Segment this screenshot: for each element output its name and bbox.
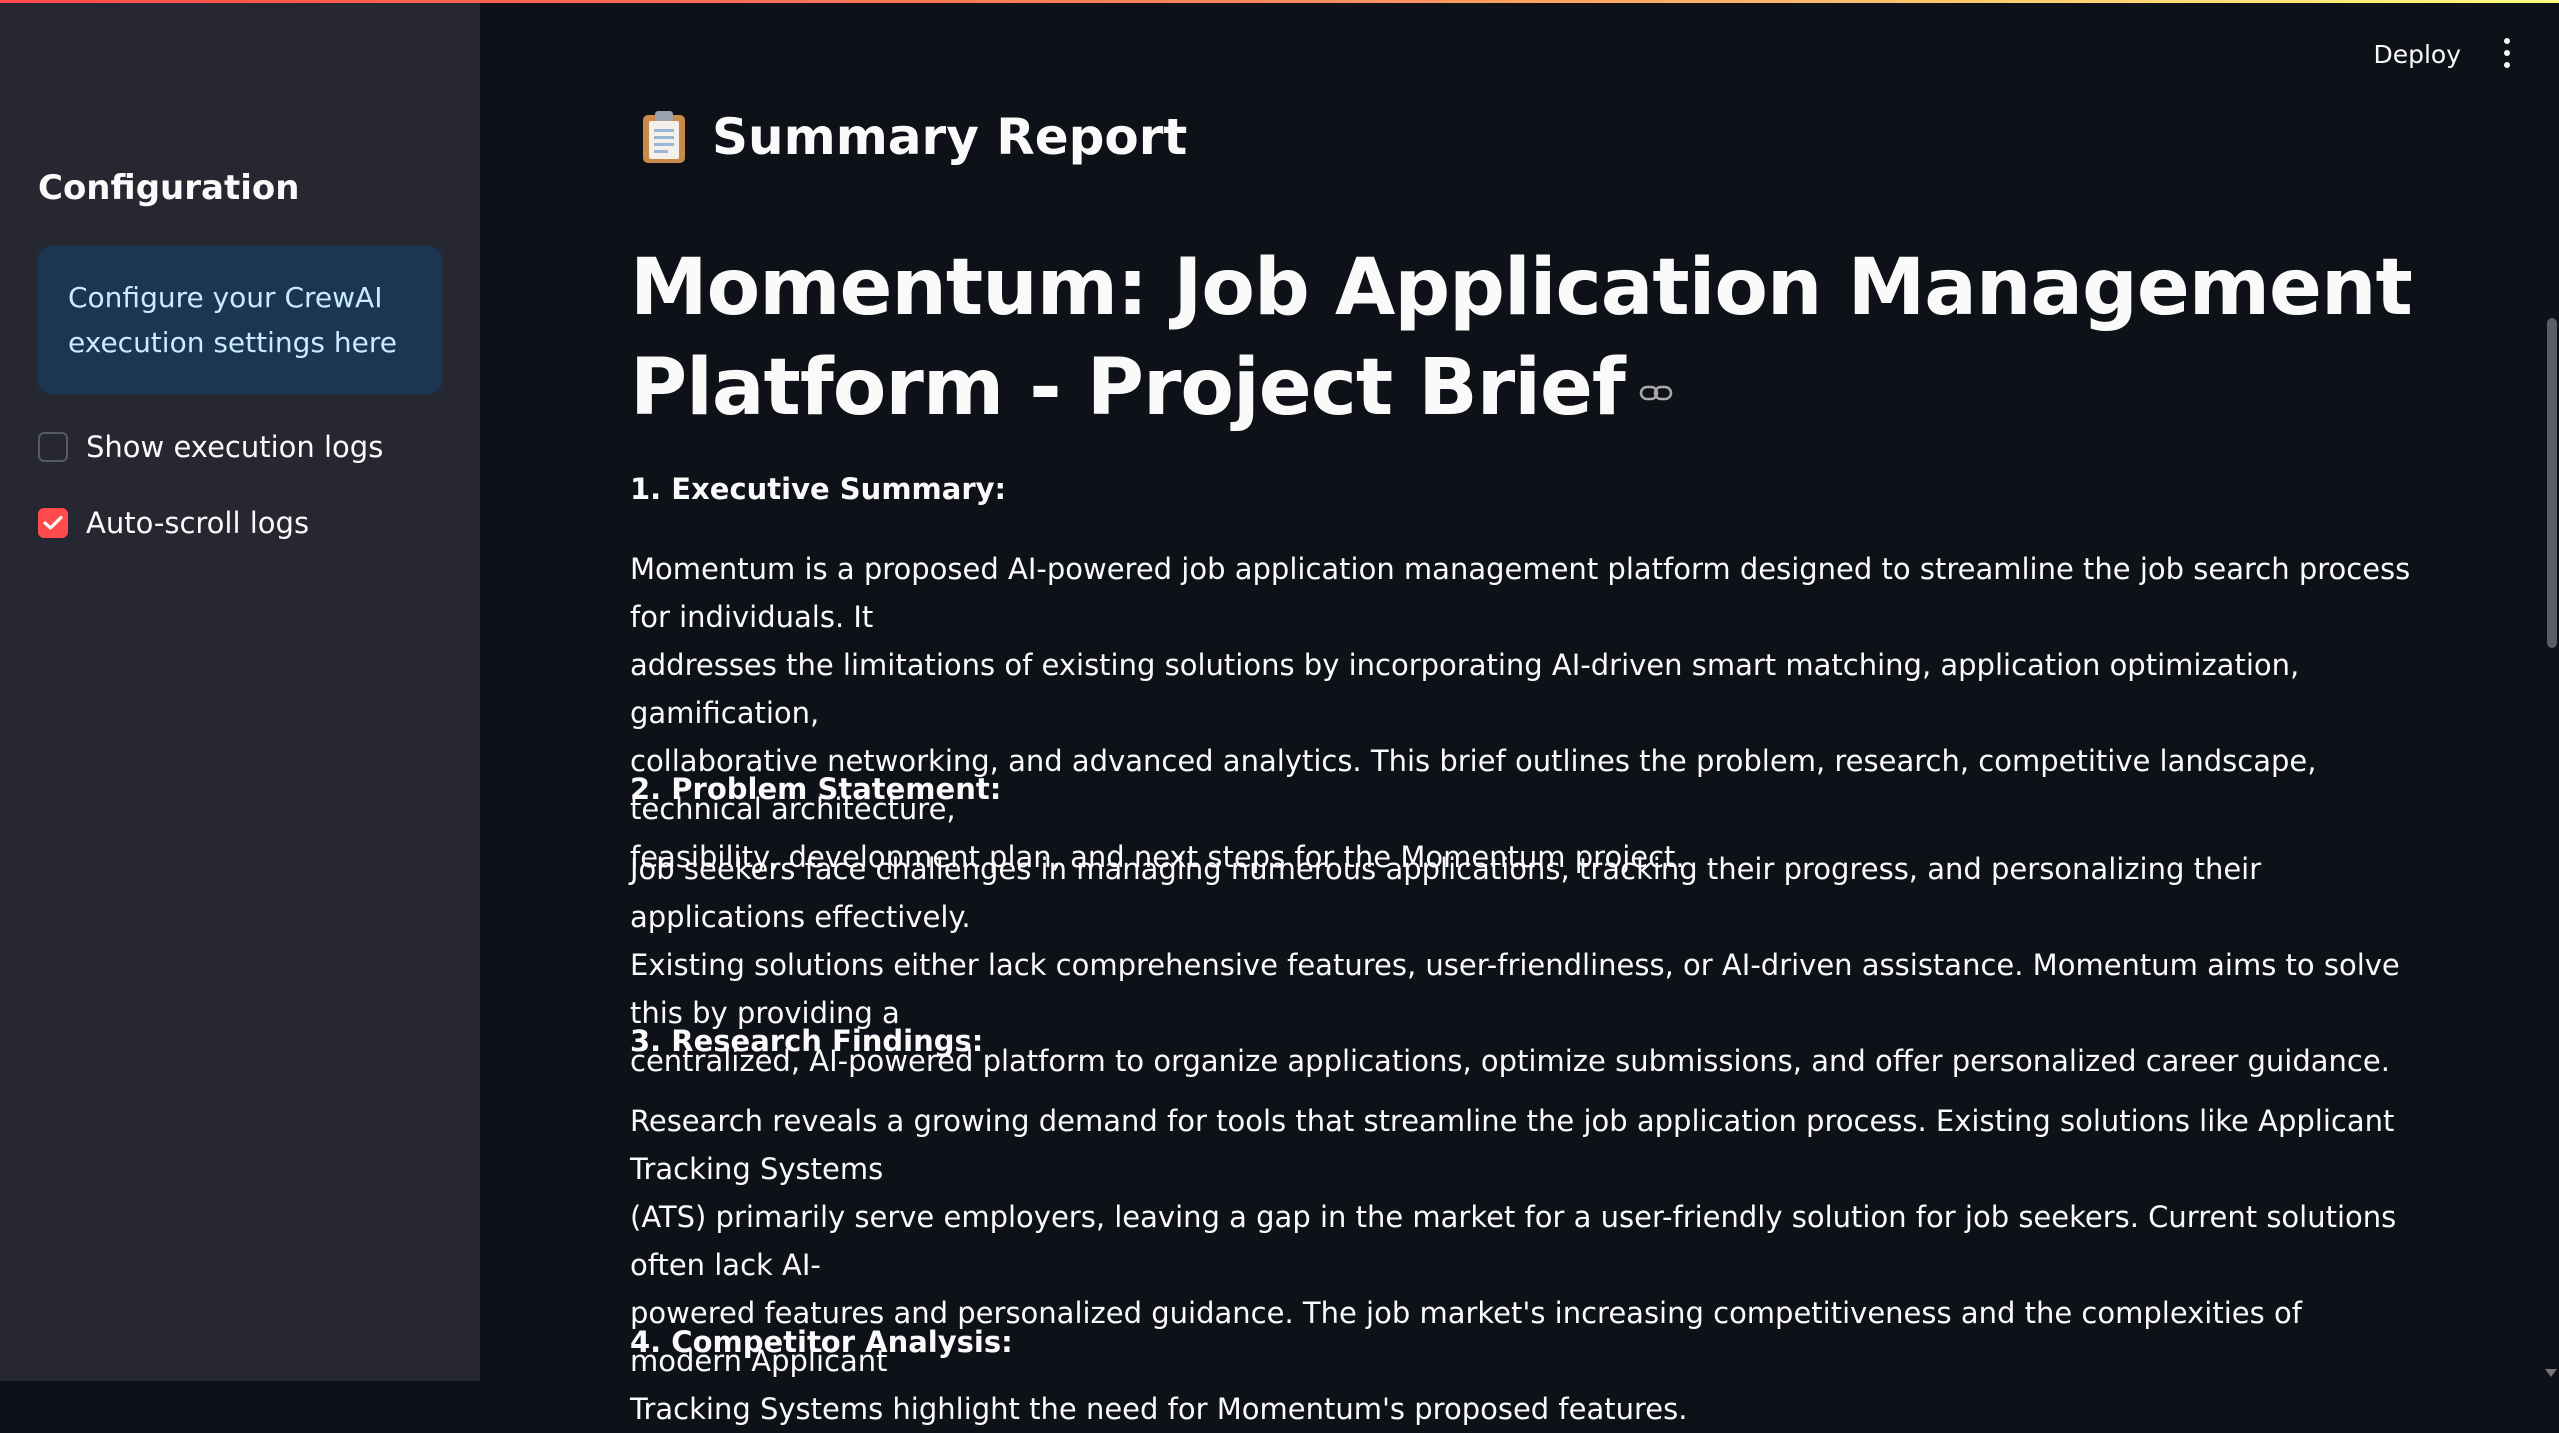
clipboard-icon <box>643 111 685 163</box>
anchor-link-icon[interactable] <box>1639 383 1673 403</box>
section-heading: 4. Competitor Analysis: <box>630 1325 1013 1359</box>
show-logs-checkbox[interactable]: Show execution logs <box>38 430 383 464</box>
section-paragraph: Research reveals a growing demand for to… <box>630 1097 2420 1433</box>
show-logs-label: Show execution logs <box>86 430 384 464</box>
page-header: Summary Report <box>712 108 1188 166</box>
paragraph-line: Momentum is a proposed AI-powered job ap… <box>630 552 2411 634</box>
checkmark-icon[interactable] <box>38 508 68 538</box>
document-title-line1: Momentum: Job Application Management <box>630 243 2413 333</box>
section-header: Summary Report <box>640 108 1187 166</box>
document-title: Momentum: Job Application Management Pla… <box>630 238 2430 438</box>
auto-scroll-checkbox[interactable]: Auto-scroll logs <box>38 506 309 540</box>
checkbox-unchecked-icon[interactable] <box>38 432 68 462</box>
section-paragraph: Momentum is a proposed AI-powered job ap… <box>630 545 2420 881</box>
document-title-line2: Platform - Project Brief <box>630 343 1626 433</box>
main-content: Deploy Summary Report Momentum: Job Appl… <box>480 0 2559 1426</box>
kebab-menu-icon[interactable] <box>2501 38 2513 68</box>
paragraph-line: Job seekers face challenges in managing … <box>630 852 2262 934</box>
sidebar-title: Configuration <box>38 168 300 208</box>
info-alert: Configure your CrewAI execution settings… <box>38 246 442 394</box>
paragraph-line: Tracking Systems highlight the need for … <box>630 1392 1688 1426</box>
section-heading: 1. Executive Summary: <box>630 472 1007 506</box>
scrollbar-thumb[interactable] <box>2547 318 2557 648</box>
section-heading: 2. Problem Statement: <box>630 772 1002 806</box>
top-decoration-bar <box>0 0 2559 3</box>
deploy-button[interactable]: Deploy <box>2365 36 2469 73</box>
paragraph-line: Research reveals a growing demand for to… <box>630 1104 2395 1186</box>
vertical-scrollbar[interactable] <box>2545 0 2559 1381</box>
section-heading: 3. Research Findings: <box>630 1024 984 1058</box>
paragraph-line: (ATS) primarily serve employers, leaving… <box>630 1200 2397 1282</box>
paragraph-line: addresses the limitations of existing so… <box>630 648 2300 730</box>
auto-scroll-label: Auto-scroll logs <box>86 506 310 540</box>
sidebar: Configuration Configure your CrewAI exec… <box>0 0 480 1381</box>
scroll-down-arrow-icon[interactable] <box>2545 1369 2557 1377</box>
paragraph-line: Existing solutions either lack comprehen… <box>630 948 2400 1030</box>
